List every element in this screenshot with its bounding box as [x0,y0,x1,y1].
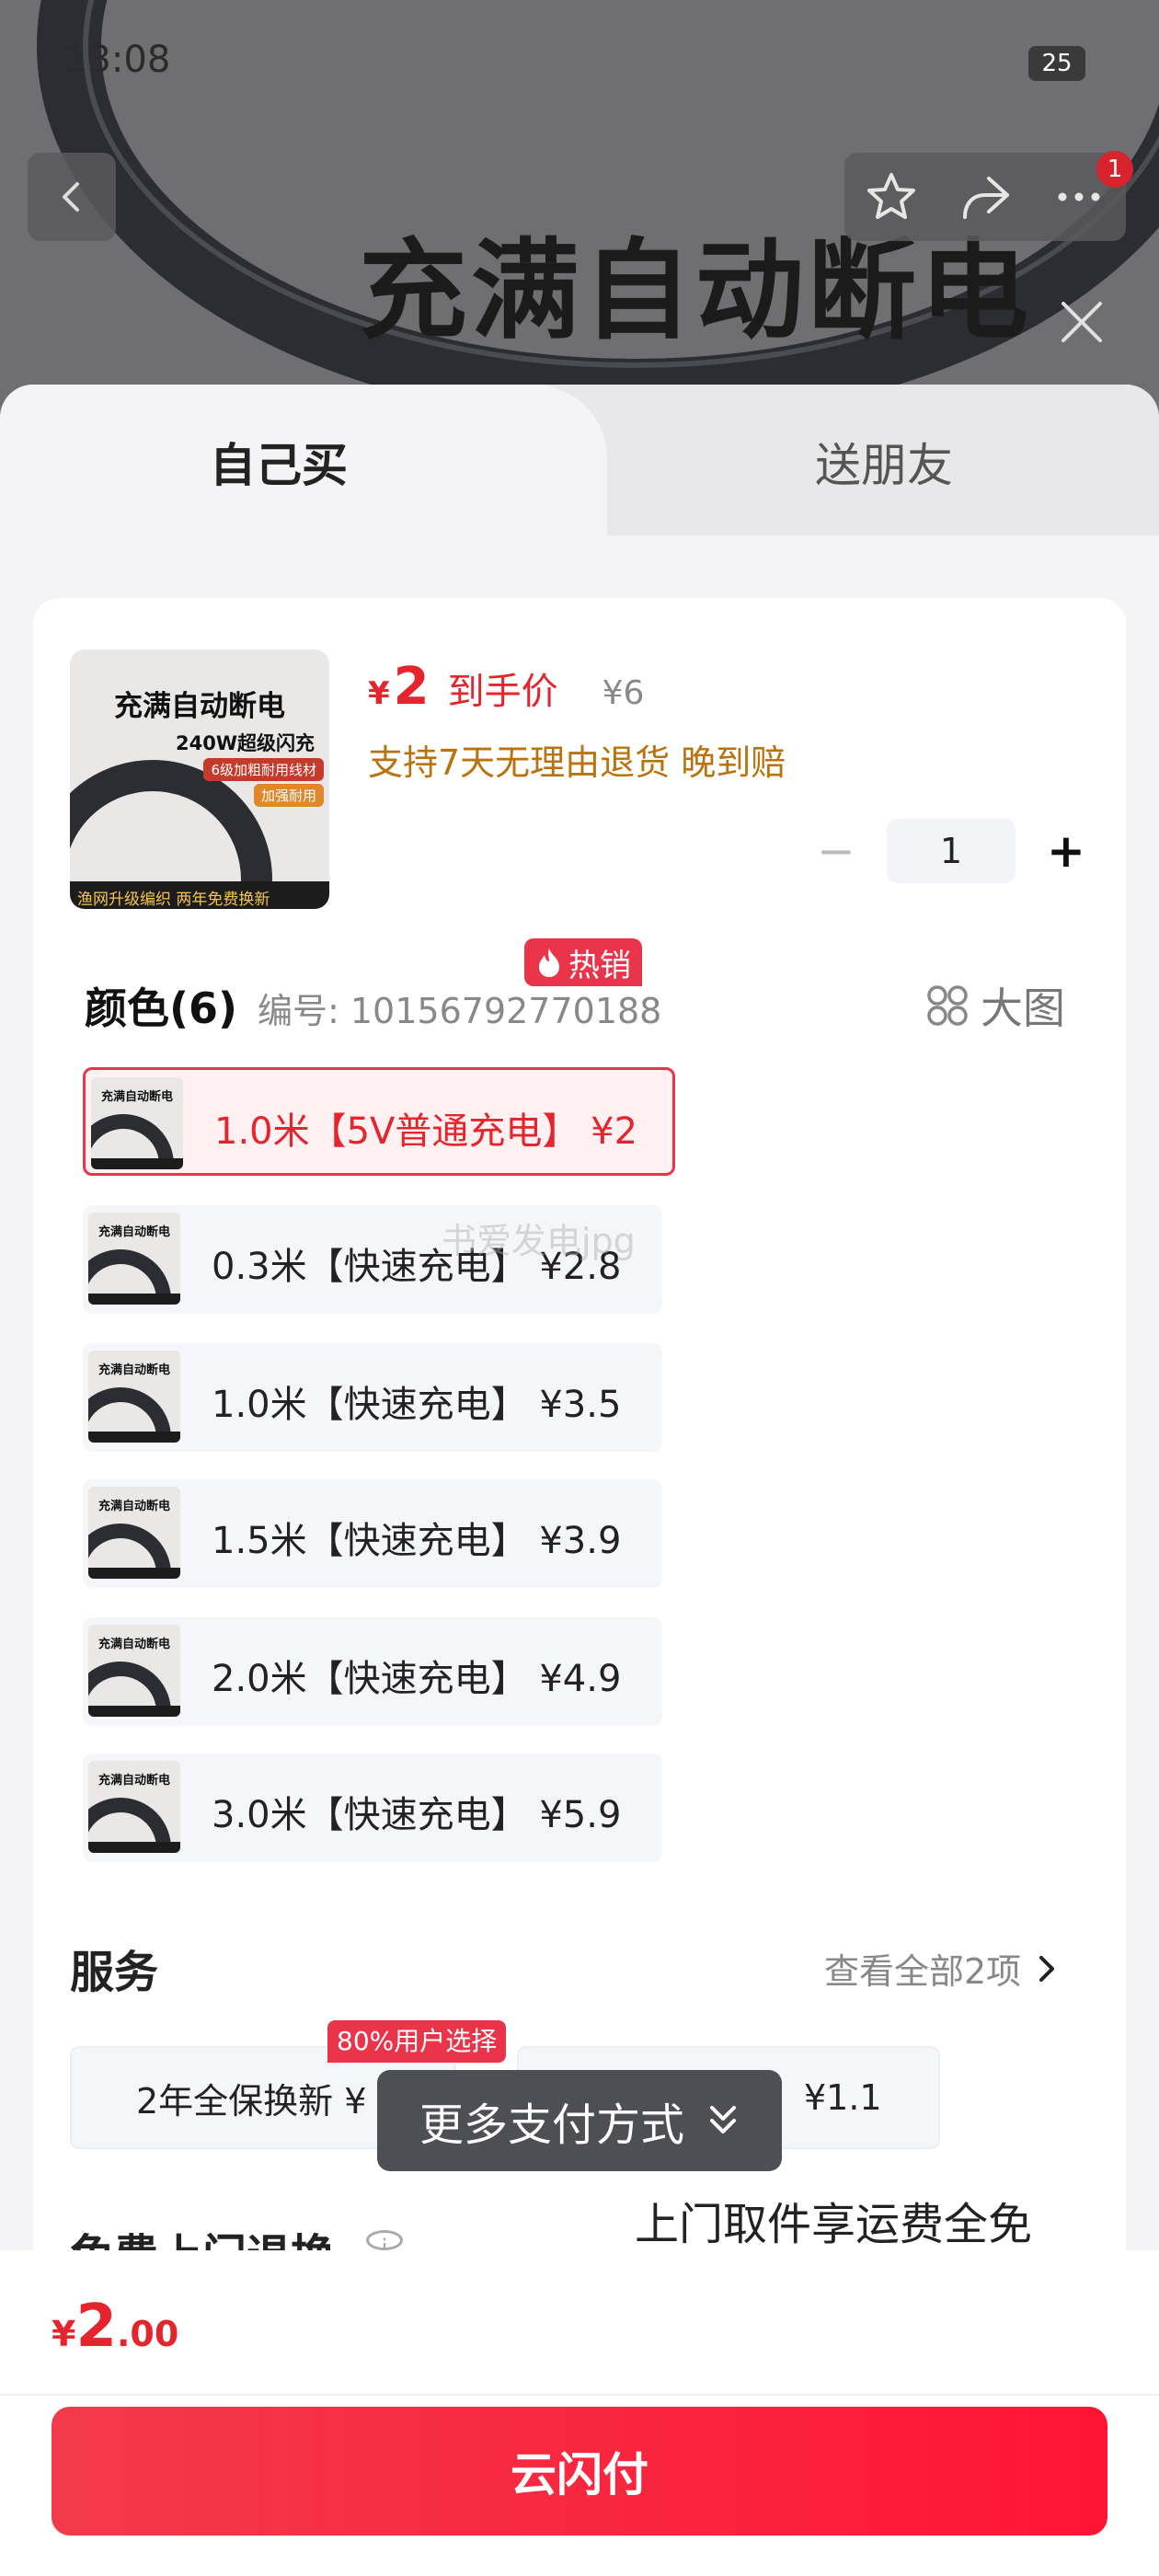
watermark: 书爱发电jpg [442,1221,636,1261]
option-label: 3.0米【快速充电】 ¥5.9 [212,1794,622,1836]
option-thumbnail: 充满自动断电 [88,1351,180,1443]
star-icon[interactable] [864,169,919,224]
hot-badge: 热销 [524,938,642,986]
top-actions [844,153,1126,241]
total-integer: 2 [75,2293,117,2361]
original-price: ¥6 [602,674,645,712]
color-option[interactable]: 充满自动断电 1.5米【快速充电】 ¥3.9 [83,1479,662,1588]
total-price: ¥2.00 [52,2293,178,2361]
option-thumb-text: 充满自动断电 [98,1638,170,1651]
decrease-button[interactable]: − [804,819,868,883]
option-thumb-text: 充满自动断电 [98,1774,170,1788]
service-title: 服务 [70,1947,159,1998]
flame-icon [539,949,559,977]
service-option-label: ¥1.1 [804,2077,882,2118]
final-price: 2 [393,657,430,717]
tab-gift-friend[interactable]: 送朋友 [815,429,953,495]
total-currency: ¥ [52,2314,76,2354]
thumb-title: 充满自动断电 [114,690,285,723]
option-thumbnail: 充满自动断电 [88,1761,180,1853]
option-label: 2.0米【快速充电】 ¥4.9 [212,1658,622,1700]
back-button[interactable] [28,153,116,241]
color-title: 颜色(6) [85,983,238,1033]
chevron-left-icon [63,182,79,212]
option-label: 1.0米【快速充电】 ¥3.5 [212,1384,622,1426]
service-promise: 支持7天无理由退货 晚到赔 [368,742,786,783]
status-time: 13:08 [64,39,171,81]
option-thumbnail: 充满自动断电 [88,1487,180,1579]
tab-buy-myself[interactable]: 自己买 [210,429,348,495]
price-currency: ¥ [368,675,390,712]
color-option[interactable]: 充满自动断电 1.0米【5V普通充电】 ¥2 [83,1067,675,1176]
more-payment-label: 更多支付方式 [419,2099,684,2151]
option-label: 1.5米【快速充电】 ¥3.9 [212,1520,622,1562]
option-thumb-text: 充满自动断电 [98,1363,170,1377]
thumb-tag: 加强耐用 [253,784,324,807]
option-thumb-text: 充满自动断电 [98,1500,170,1513]
popular-badge: 80%用户选择 [327,2020,507,2063]
close-icon[interactable] [1052,293,1111,351]
increase-button[interactable]: + [1034,819,1098,883]
thumb-strip: 渔网升级编织 两年免费换新 [70,881,329,909]
thumb-tag: 6级加粗耐用线材 [203,758,324,781]
quantity-stepper: − 1 + [804,819,1098,883]
quantity-value[interactable]: 1 [887,819,1016,883]
hot-badge-label: 热销 [568,947,631,984]
option-thumbnail: 充满自动断电 [91,1077,183,1169]
option-label: 1.0米【5V普通充电】 ¥2 [214,1110,638,1153]
total-decimal: .00 [116,2314,179,2354]
view-all-label: 查看全部2项 [824,1951,1022,1992]
share-icon[interactable] [958,169,1013,224]
more-payment-button[interactable]: 更多支付方式 [377,2070,782,2171]
service-option-label: 2年全保换新 ¥ [136,2080,367,2122]
final-price-label: 到手价 [447,671,558,713]
big-image-label: 大图 [981,983,1065,1033]
divider [0,2394,1159,2396]
color-option[interactable]: 充满自动断电 1.0米【快速充电】 ¥3.5 [83,1343,662,1452]
product-thumbnail[interactable]: 充满自动断电 240W超级闪充 6级加粗耐用线材 加强耐用 渔网升级编织 两年免… [70,650,329,909]
product-code: 编号: 10156792770188 [258,991,662,1031]
option-thumbnail: 充满自动断电 [88,1213,180,1305]
option-thumb-text: 充满自动断电 [100,1090,173,1104]
grid-icon [927,985,968,1026]
free-return-title: 免费上门退换 [70,2219,335,2250]
option-thumb-text: 充满自动断电 [98,1225,170,1239]
free-return-tip: 上门取件享运费全免 [635,2199,1033,2250]
view-all-services[interactable]: 查看全部2项 [824,1943,1058,1994]
price-line: ¥ 2 到手价 ¥6 [368,657,644,717]
double-chevron-down-icon [710,2106,736,2133]
color-option[interactable]: 充满自动断电 2.0米【快速充电】 ¥4.9 [83,1617,662,1726]
tab-bar: 自己买 送朋友 [0,385,1159,535]
option-thumbnail: 充满自动断电 [88,1625,180,1717]
big-image-toggle[interactable]: 大图 [925,975,1065,1036]
message-badge: 1 [1096,151,1133,188]
pay-button[interactable]: 云闪付 [52,2407,1107,2536]
color-option[interactable]: 充满自动断电 3.0米【快速充电】 ¥5.9 [83,1754,662,1862]
chevron-right-icon [1039,1955,1055,1982]
thumb-subtitle: 240W超级闪充 [176,732,315,754]
info-icon[interactable]: i [366,2230,403,2250]
checkout-bar: ¥2.00 云闪付 [0,2250,1159,2576]
battery-indicator: 25 [1028,46,1085,81]
